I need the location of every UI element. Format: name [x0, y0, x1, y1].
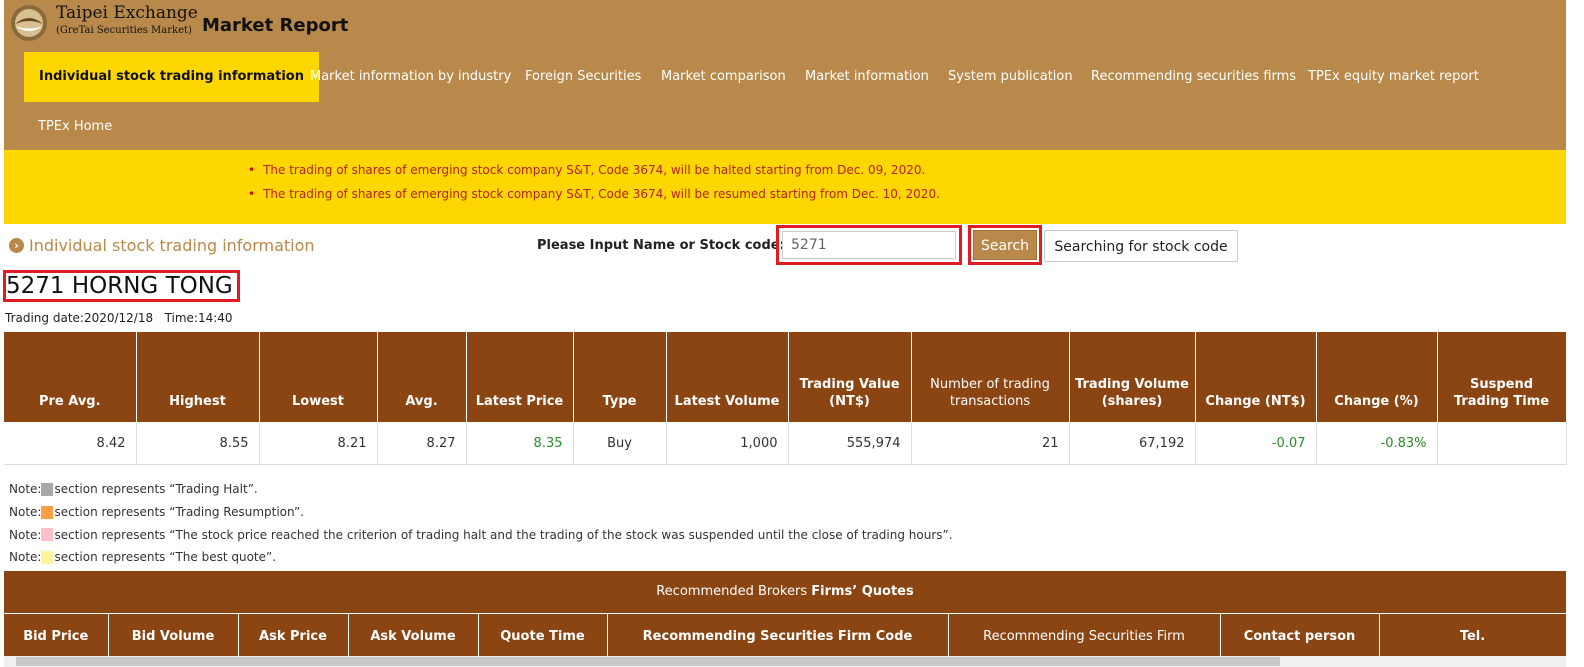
swatch-best-quote — [41, 550, 54, 564]
cell-latest-price: 8.35 — [466, 422, 574, 465]
logo[interactable]: Taipei Exchange (GreTai Securities Marke… — [10, 4, 198, 44]
nav-item-market-comparison[interactable]: Market comparison — [661, 52, 786, 102]
col-header: Quote Time — [478, 614, 608, 658]
cell-trading-value: 555,974 — [788, 422, 912, 465]
col-header: Latest Volume — [666, 332, 789, 422]
announcement-item: The trading of shares of emerging stock … — [248, 160, 940, 184]
cell-pre-avg: 8.42 — [4, 422, 137, 465]
col-header: Bid Volume — [108, 614, 239, 658]
col-header: Ask Volume — [348, 614, 479, 658]
note-text: section represents “The stock price reac… — [54, 527, 953, 542]
note-prefix: Note: — [9, 482, 42, 497]
stock-name-highlight: 5271 HORNG TONG — [3, 270, 240, 302]
section-title-text: Individual stock trading information — [29, 236, 315, 255]
cell-highest: 8.55 — [136, 422, 260, 465]
cell-latest-volume: 1,000 — [666, 422, 789, 465]
col-header: Tel. — [1379, 614, 1567, 658]
col-header: Change (%) — [1316, 332, 1438, 422]
trading-time: Time:14:40 — [164, 311, 233, 325]
search-input-highlight — [776, 225, 962, 265]
nav-item-individual-stock[interactable]: Individual stock trading information — [24, 52, 319, 102]
trading-date: Trading date:2020/12/18 — [5, 311, 154, 325]
nav-item-market-by-industry[interactable]: Market information by industry — [310, 52, 511, 102]
logo-main-text: Taipei Exchange — [56, 3, 198, 23]
quote-table: Pre Avg. Highest Lowest Avg. Latest Pric… — [4, 332, 1567, 465]
nav-item-market-information[interactable]: Market information — [805, 52, 929, 102]
search-button[interactable]: Search — [973, 230, 1037, 260]
cell-lowest: 8.21 — [259, 422, 378, 465]
swatch-suspended — [41, 528, 54, 542]
col-header: Latest Price — [466, 332, 574, 422]
stock-code-search-button[interactable]: Searching for stock code — [1044, 230, 1238, 262]
brokers-header-row: Bid Price Bid Volume Ask Price Ask Volum… — [4, 614, 1567, 658]
note-text: section represents “Trading Resumption”. — [54, 505, 304, 520]
col-header: Contact person — [1220, 614, 1380, 658]
note-item: Note: section represents “Trading Halt”. — [9, 478, 953, 501]
col-header: Suspend Trading Time — [1437, 332, 1567, 422]
note-text: section represents “The best quote”. — [54, 550, 277, 565]
swatch-trading-halt — [41, 482, 54, 496]
cell-type: Buy — [573, 422, 667, 465]
horizontal-scrollbar[interactable] — [4, 656, 1566, 667]
quote-header-row: Pre Avg. Highest Lowest Avg. Latest Pric… — [4, 332, 1567, 422]
cell-suspend-time — [1437, 422, 1567, 465]
col-header: Type — [573, 332, 667, 422]
col-header: Trading Value (NT$) — [788, 332, 912, 422]
cell-change-nt: -0.07 — [1195, 422, 1317, 465]
note-prefix: Note: — [9, 505, 42, 520]
scrollbar-thumb[interactable] — [16, 657, 1280, 666]
cell-avg: 8.27 — [377, 422, 467, 465]
brokers-title-bold: Firms’ Quotes — [811, 584, 914, 599]
col-header: Recommending Securities Firm — [948, 614, 1221, 658]
cell-trading-volume: 67,192 — [1069, 422, 1196, 465]
chevron-circle-icon: › — [9, 238, 24, 253]
col-header: Recommending Securities Firm Code — [607, 614, 949, 658]
col-header: Pre Avg. — [4, 332, 137, 422]
col-header: Lowest — [259, 332, 378, 422]
search-button-highlight: Search — [968, 225, 1042, 265]
notes-legend: Note: section represents “Trading Halt”. … — [9, 478, 953, 569]
report-title: Market Report — [202, 15, 349, 36]
swatch-trading-resumption — [41, 505, 54, 519]
note-prefix: Note: — [9, 527, 42, 542]
brokers-title: Recommended Brokers Firms’ Quotes — [4, 571, 1566, 613]
col-header: Change (NT$) — [1195, 332, 1317, 422]
note-item: Note: section represents “The best quote”… — [9, 546, 953, 569]
note-prefix: Note: — [9, 550, 42, 565]
note-item: Note: section represents “The stock price… — [9, 523, 953, 546]
nav-item-tpex-home[interactable]: TPEx Home — [38, 102, 112, 152]
col-header: Ask Price — [238, 614, 349, 658]
search-label: Please Input Name or Stock code: — [537, 238, 785, 253]
announcement-item: The trading of shares of emerging stock … — [248, 184, 940, 208]
site-header: Taipei Exchange (GreTai Securities Marke… — [4, 0, 1566, 150]
stock-name: 5271 HORNG TONG — [6, 273, 233, 299]
brokers-title-plain: Recommended Brokers — [656, 584, 812, 599]
logo-sub-text: (GreTai Securities Market) — [56, 25, 192, 36]
table-row: 8.42 8.55 8.21 8.27 8.35 Buy 1,000 555,9… — [4, 422, 1567, 465]
col-header: Highest — [136, 332, 260, 422]
col-header: Number of trading transactions — [911, 332, 1070, 422]
cell-transactions: 21 — [911, 422, 1070, 465]
col-header: Bid Price — [4, 614, 109, 658]
section-title: › Individual stock trading information — [9, 236, 315, 255]
tpex-logo-icon — [11, 5, 47, 41]
note-text: section represents “Trading Halt”. — [54, 482, 258, 497]
announcement-banner: The trading of shares of emerging stock … — [4, 150, 1566, 224]
nav-item-foreign-securities[interactable]: Foreign Securities — [525, 52, 641, 102]
cell-change-pct: -0.83% — [1316, 422, 1438, 465]
col-header: Trading Volume (shares) — [1069, 332, 1196, 422]
trading-date-time: Trading date:2020/12/18 Time:14:40 — [5, 311, 233, 325]
col-header: Avg. — [377, 332, 467, 422]
brokers-table: Bid Price Bid Volume Ask Price Ask Volum… — [4, 614, 1567, 658]
nav-item-tpex-equity-report[interactable]: TPEx equity market report — [1308, 52, 1479, 102]
nav-item-system-publication[interactable]: System publication — [948, 52, 1073, 102]
nav-item-recommending-firms[interactable]: Recommending securities firms — [1091, 52, 1296, 102]
note-item: Note: section represents “Trading Resumpt… — [9, 501, 953, 524]
stock-search-input[interactable] — [782, 231, 956, 259]
